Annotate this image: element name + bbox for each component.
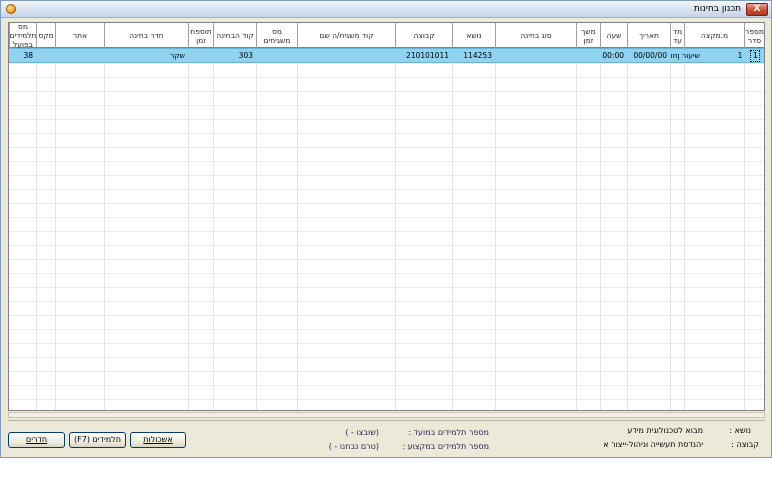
students-in-session-value: (שובצו - ) (345, 428, 379, 437)
col-header-subject[interactable]: נושא (452, 23, 495, 48)
cell-exam-code: 303 (238, 51, 253, 60)
grid-hline (9, 371, 764, 372)
cell-subject: 114253 (463, 51, 492, 60)
grid-hline (9, 133, 764, 134)
subject-label: נושא : (729, 426, 751, 435)
grid-vline (670, 48, 671, 410)
window-title: תכנון בחינות (693, 4, 741, 14)
grid-hline (9, 119, 764, 120)
subject-value: מבוא לטכנולוגית מידע (627, 426, 703, 435)
grid-hline (9, 175, 764, 176)
cell-supervisor-code (297, 49, 395, 64)
grid-vline (213, 48, 214, 410)
grid-vline (495, 48, 496, 410)
grid-vline (297, 48, 298, 410)
col-header-seq[interactable]: מ.מקצה (684, 23, 744, 48)
cell-group: 210101011 (406, 51, 449, 60)
col-header-serial[interactable]: מספר סדר (744, 23, 764, 48)
col-header-exam-room[interactable]: חדר בחינה (104, 23, 188, 48)
grid-vline (576, 48, 577, 410)
grid-hline (9, 287, 764, 288)
title-bar: תכנון בחינות X (1, 1, 771, 18)
col-header-until[interactable]: מד עד (670, 23, 684, 48)
cell-extra-time (188, 49, 213, 64)
grid-vline (600, 48, 601, 410)
grid-hline (9, 217, 764, 218)
grid-hline (9, 385, 764, 386)
cell-actual-students: 38 (23, 51, 33, 60)
cell-exam-type (495, 49, 576, 64)
col-header-exam-code[interactable]: קוד הבחינה (213, 23, 256, 48)
grid-vline (452, 48, 453, 410)
cell-until: שיעור ןחו (670, 51, 700, 60)
students-in-session-label: מספר תלמידים במועד : (408, 428, 489, 437)
col-header-exam-type[interactable]: סוג בחינה (495, 23, 576, 48)
grid-hline (9, 161, 764, 162)
col-header-supervisor-count[interactable]: מס משגיחים (256, 23, 297, 48)
group-value: יהנדסת תעשייה וניהול-ייצור א (603, 440, 703, 449)
grid-vline (395, 48, 396, 410)
grid-vline (104, 48, 105, 410)
group-label: קבוצה : (731, 440, 759, 449)
app-icon (6, 4, 16, 14)
col-header-date[interactable]: תאריך (627, 23, 670, 48)
col-header-group[interactable]: קבוצה (395, 23, 452, 48)
table-row[interactable]: 38 שקר 303 210101011 114253 00:00 00/00/… (9, 48, 764, 63)
exam-planning-window: תכנון בחינות X מס תלמידים בפועל מקס אתר … (0, 0, 772, 458)
grid-hline (9, 259, 764, 260)
grid-vline (627, 48, 628, 410)
grid-hline (9, 231, 764, 232)
grid-hline (9, 105, 764, 106)
col-header-actual-students[interactable]: מס תלמידים בפועל (9, 23, 36, 48)
grid-hline (9, 91, 764, 92)
cell-seq: 1 (737, 51, 743, 60)
students-in-group-value: (טרם נבחנו - ) (328, 442, 379, 451)
grid-hline (9, 245, 764, 246)
cell-supervisor-count (256, 49, 297, 64)
cell-max-students (36, 49, 55, 64)
grid-header: מס תלמידים בפועל מקס אתר חדר בחינה תוספת… (9, 23, 764, 48)
grid-hline (9, 399, 764, 400)
grid-hline (9, 273, 764, 274)
grid-vline (188, 48, 189, 410)
students-button[interactable]: תלמידים (F7) (69, 432, 126, 448)
cell-site (55, 49, 104, 64)
cell-duration (576, 49, 600, 64)
grid-vline (684, 48, 685, 410)
cell-time: 00:00 (602, 51, 624, 60)
grid-hline (9, 147, 764, 148)
footer-divider (8, 420, 765, 421)
students-in-group-label: מספר תלמידים במקצוע : (402, 442, 489, 451)
col-header-site[interactable]: אתר (55, 23, 104, 48)
approvals-button[interactable]: אשכולות (130, 432, 186, 448)
horizontal-scrollbar[interactable] (8, 412, 765, 418)
rooms-button[interactable]: חדרים (8, 432, 65, 448)
grid-hline (9, 329, 764, 330)
col-header-duration[interactable]: משך זמן (576, 23, 600, 48)
close-button[interactable]: X (746, 3, 768, 16)
grid-hline (9, 343, 764, 344)
grid-hline (9, 315, 764, 316)
cell-focus-indicator (750, 50, 760, 62)
cell-exam-room: שקר (170, 51, 185, 60)
grid-hline (9, 203, 764, 204)
exam-grid[interactable]: מס תלמידים בפועל מקס אתר חדר בחינה תוספת… (8, 22, 765, 411)
grid-vline (55, 48, 56, 410)
grid-vline (744, 48, 745, 410)
col-header-max-students[interactable]: מקס (36, 23, 55, 48)
col-header-supervisor-code[interactable]: קוד משגיח/ה שם (297, 23, 395, 48)
grid-hline (9, 189, 764, 190)
col-header-extra-time[interactable]: תוספת זמן (188, 23, 213, 48)
grid-hline (9, 301, 764, 302)
grid-hline (9, 357, 764, 358)
col-header-time[interactable]: שעה (600, 23, 627, 48)
grid-vline (36, 48, 37, 410)
grid-vline (256, 48, 257, 410)
grid-hline (9, 77, 764, 78)
